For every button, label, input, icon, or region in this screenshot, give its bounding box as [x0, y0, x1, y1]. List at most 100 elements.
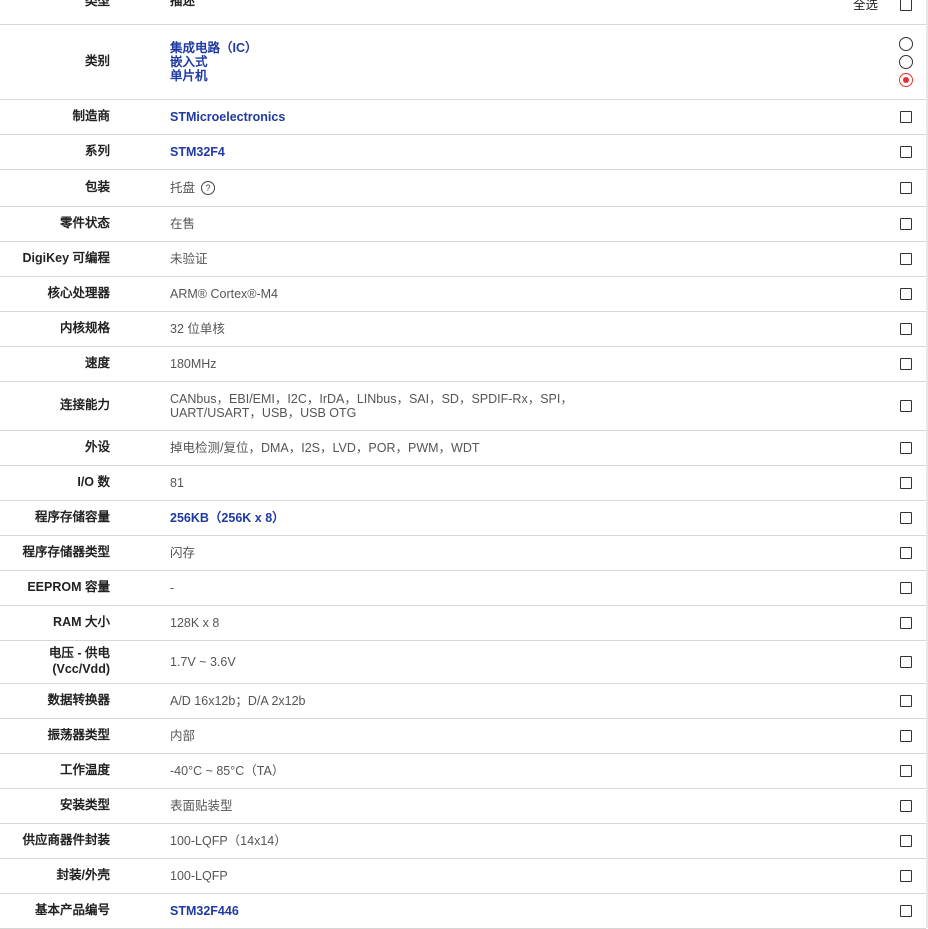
row-checkbox[interactable]: [900, 870, 912, 882]
attribute-value-inline: 托盘?: [170, 181, 806, 195]
table-header-row: 类型 描述 全选: [0, 0, 926, 25]
attribute-value-line: UART/USART，USB，USB OTG: [170, 406, 357, 420]
row-checkbox[interactable]: [900, 656, 912, 668]
row-checkbox[interactable]: [900, 442, 912, 454]
attribute-value-text: 托盘: [170, 181, 196, 195]
row-checkbox[interactable]: [900, 477, 912, 489]
attribute-row: 速度 180MHz: [0, 347, 926, 382]
attribute-label-line: (Vcc/Vdd): [52, 662, 110, 676]
select-all-checkbox[interactable]: [900, 0, 912, 11]
row-checkbox[interactable]: [900, 253, 912, 265]
row-checkbox-cell: [897, 789, 915, 823]
attribute-row: 零件状态 在售: [0, 207, 926, 242]
description-column-header: 描述: [170, 0, 196, 8]
attribute-label: 系列: [84, 144, 110, 159]
attribute-row: 系列 STM32F4: [0, 135, 926, 170]
attribute-row: 程序存储器类型 闪存: [0, 536, 926, 571]
row-checkbox[interactable]: [900, 358, 912, 370]
category-option-mcu[interactable]: 单片机: [170, 69, 806, 83]
attribute-row: 核心处理器 ARM® Cortex®-M4: [0, 277, 926, 312]
row-checkbox[interactable]: [900, 400, 912, 412]
attribute-row: 封装/外壳 100-LQFP: [0, 859, 926, 894]
row-checkbox-cell: [897, 466, 915, 500]
attribute-row: 数据转换器 A/D 16x12b；D/A 2x12b: [0, 684, 926, 719]
row-checkbox-cell: [897, 641, 915, 683]
attribute-row: 外设 掉电检测/复位，DMA，I2S，LVD，POR，PWM，WDT: [0, 431, 926, 466]
attribute-value[interactable]: STM32F4: [170, 135, 806, 169]
row-checkbox-cell: [897, 501, 915, 535]
attribute-label: 速度: [84, 356, 110, 371]
attribute-value: 1.7V ~ 3.6V: [170, 655, 236, 669]
category-option-embedded[interactable]: 嵌入式: [170, 55, 806, 69]
attribute-label: 工作温度: [59, 763, 110, 778]
attribute-row: 供应商器件封装 100-LQFP（14x14）: [0, 824, 926, 859]
product-attributes-table: 类型 描述 全选 类别 集成电路（IC） 嵌入式 单片机 制造商 STMicroe…: [0, 0, 926, 929]
row-checkbox[interactable]: [900, 182, 912, 194]
category-radio-ic[interactable]: [899, 37, 913, 51]
attribute-label: 制造商: [72, 109, 110, 124]
row-checkbox[interactable]: [900, 111, 912, 123]
attribute-value: 180MHz: [170, 357, 217, 371]
row-checkbox[interactable]: [900, 800, 912, 812]
attribute-label: 基本产品编号: [34, 903, 110, 918]
row-checkbox[interactable]: [900, 835, 912, 847]
attribute-label: 核心处理器: [47, 286, 110, 301]
category-radio-mcu[interactable]: [899, 73, 913, 87]
attribute-value: 托盘?: [170, 170, 806, 206]
row-checkbox-cell: [897, 719, 915, 753]
attribute-row: RAM 大小 128K x 8: [0, 606, 926, 641]
row-checkbox[interactable]: [900, 547, 912, 559]
attribute-label-line: 电压 - 供电: [48, 646, 110, 661]
row-checkbox-cell: [897, 170, 915, 206]
attribute-label: 内核规格: [59, 321, 110, 336]
attribute-value: 128K x 8: [170, 616, 220, 630]
row-checkbox-cell: [897, 207, 915, 241]
category-label: 类别: [84, 54, 110, 69]
attribute-rows: 制造商 STMicroelectronics 系列 STM32F4 包装 托盘? 零件状态 在…: [0, 100, 926, 929]
row-checkbox-cell: [897, 754, 915, 788]
help-icon[interactable]: ?: [201, 181, 216, 195]
row-checkbox[interactable]: [900, 617, 912, 629]
attribute-label: RAM 大小: [53, 615, 110, 630]
row-checkbox[interactable]: [900, 582, 912, 594]
attribute-value[interactable]: STMicroelectronics: [170, 100, 806, 134]
row-checkbox[interactable]: [900, 288, 912, 300]
row-checkbox-cell: [897, 606, 915, 640]
attribute-label: EEPROM 容量: [27, 580, 110, 595]
row-checkbox-cell: [897, 100, 915, 134]
attribute-row: EEPROM 容量 -: [0, 571, 926, 606]
attribute-label: 包装: [84, 180, 110, 195]
row-checkbox[interactable]: [900, 512, 912, 524]
attribute-label: I/O 数: [77, 475, 110, 490]
attribute-label: 程序存储容量: [34, 510, 110, 525]
attribute-value[interactable]: 256KB（256K x 8）: [170, 501, 806, 535]
row-checkbox-cell: [897, 859, 915, 893]
row-checkbox-cell: [897, 536, 915, 570]
attribute-value: 32 位单核: [170, 322, 225, 336]
attribute-row: 制造商 STMicroelectronics: [0, 100, 926, 135]
row-checkbox-cell: [897, 347, 915, 381]
row-checkbox-cell: [897, 824, 915, 858]
attribute-value-line: CANbus，EBI/EMI，I2C，IrDA，LINbus，SAI，SD，SP…: [170, 392, 573, 406]
row-checkbox[interactable]: [900, 218, 912, 230]
attribute-label: 供应商器件封装: [22, 833, 110, 848]
category-radio-embedded[interactable]: [899, 55, 913, 69]
attribute-value[interactable]: STM32F446: [170, 894, 806, 928]
attribute-value: 81: [170, 476, 184, 490]
attribute-row: 基本产品编号 STM32F446: [0, 894, 926, 929]
row-checkbox[interactable]: [900, 765, 912, 777]
attribute-row: 电压 - 供电 (Vcc/Vdd) 1.7V ~ 3.6V: [0, 641, 926, 684]
attribute-value: 掉电检测/复位，DMA，I2S，LVD，POR，PWM，WDT: [170, 441, 480, 455]
row-checkbox[interactable]: [900, 905, 912, 917]
row-checkbox-cell: [897, 242, 915, 276]
row-checkbox[interactable]: [900, 695, 912, 707]
row-checkbox[interactable]: [900, 730, 912, 742]
row-checkbox[interactable]: [900, 323, 912, 335]
attribute-value: 内部: [170, 729, 196, 743]
attribute-value: 闪存: [170, 546, 196, 560]
row-checkbox[interactable]: [900, 146, 912, 158]
category-option-ic[interactable]: 集成电路（IC）: [170, 41, 806, 55]
row-checkbox-cell: [897, 684, 915, 718]
row-checkbox-cell: [897, 277, 915, 311]
attribute-value: 表面贴装型: [170, 799, 233, 813]
